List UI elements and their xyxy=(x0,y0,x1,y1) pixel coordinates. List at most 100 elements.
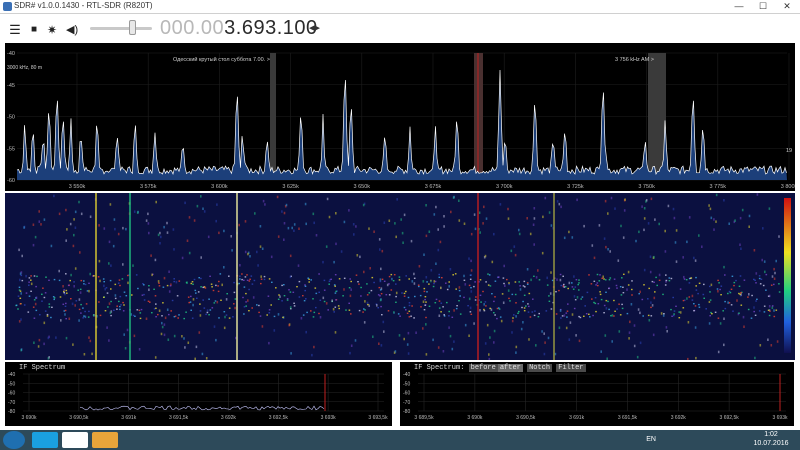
y-tick-label: -55 xyxy=(7,146,15,152)
waterfall-pixel xyxy=(138,348,141,351)
y-tick-label: -50 xyxy=(8,381,15,387)
waterfall-pixel xyxy=(78,200,80,204)
waterfall-pixel xyxy=(194,289,197,292)
waterfall-pixel xyxy=(515,345,518,349)
waterfall-pixel xyxy=(155,316,157,318)
if-spectrum-panel[interactable]: IF Spectrum -40 -50 -60 -70 -80 3 690k 3 690,5… xyxy=(5,362,392,426)
start-button[interactable] xyxy=(3,431,25,449)
volume-slider-thumb[interactable] xyxy=(129,20,136,35)
waterfall-pixel xyxy=(380,344,383,347)
waterfall-pixel xyxy=(200,195,202,198)
frequency-display[interactable]: 000.003.693.100 xyxy=(160,17,318,40)
waterfall-pixel xyxy=(598,224,601,227)
waterfall-pixel xyxy=(209,309,212,311)
waterfall-pixel xyxy=(701,245,703,248)
waterfall-pixel xyxy=(463,274,465,278)
waterfall-pixel xyxy=(600,298,603,301)
waterfall-pixel xyxy=(705,308,707,310)
waterfall-pixel xyxy=(325,302,328,305)
minimize-button[interactable]: — xyxy=(728,0,750,13)
waterfall-signal-line xyxy=(236,193,238,360)
speaker-icon[interactable]: ◀) xyxy=(66,24,78,36)
waterfall-pixel xyxy=(334,274,337,276)
waterfall-pixel xyxy=(619,286,622,288)
waterfall-pixel xyxy=(223,326,226,330)
waterfall-pixel xyxy=(710,283,713,287)
waterfall-pixel xyxy=(92,314,95,316)
waterfall-pixel xyxy=(717,317,720,319)
waterfall-pixel xyxy=(148,231,150,235)
waterfall-pixel xyxy=(192,283,194,285)
waterfall-pixel xyxy=(437,346,440,349)
waterfall-pixel xyxy=(356,254,359,257)
waterfall-pixel xyxy=(145,219,148,222)
tune-arrows[interactable]: ◂▸ xyxy=(309,21,320,34)
waterfall-pixel xyxy=(332,308,335,311)
explorer-icon[interactable] xyxy=(92,432,118,448)
waterfall-pixel xyxy=(333,260,335,264)
x-tick-label: 3 675k xyxy=(425,184,442,190)
waterfall-pixel xyxy=(160,332,163,336)
waterfall-pixel xyxy=(463,279,466,281)
clock-date[interactable]: 10.07.2016 xyxy=(751,440,791,447)
clock-time[interactable]: 1:02 xyxy=(751,431,791,438)
waterfall-pixel xyxy=(184,346,186,349)
waterfall-pixel xyxy=(437,228,439,231)
waterfall-pixel xyxy=(474,299,477,301)
waterfall-pixel xyxy=(578,279,580,281)
spectrum-trace xyxy=(16,69,787,176)
waterfall-pixel xyxy=(281,300,283,302)
waterfall-pixel xyxy=(114,294,117,297)
waterfall-pixel xyxy=(307,277,309,279)
waterfall-pixel xyxy=(46,315,49,317)
waterfall-pixel xyxy=(694,326,697,329)
gear-icon[interactable]: ✷ xyxy=(46,24,58,36)
waterfall-pixel xyxy=(118,300,120,303)
waterfall-pixel xyxy=(748,225,750,228)
waterfall-pixel xyxy=(74,210,77,214)
waterfall-pixel xyxy=(326,197,329,201)
waterfall-pixel xyxy=(216,203,218,206)
waterfall-pixel xyxy=(343,288,345,291)
waterfall-display[interactable] xyxy=(5,193,795,361)
language-indicator[interactable]: EN xyxy=(646,436,656,443)
waterfall-pixel xyxy=(673,310,676,312)
waterfall-pixel xyxy=(563,286,566,288)
waterfall-pixel xyxy=(603,304,606,307)
spectrum-analyzer[interactable]: -40 -45 -50 -55 -60 3 550k 3 575k 3 600k 3 625k… xyxy=(5,43,798,191)
menu-icon[interactable]: ☰ xyxy=(9,23,21,36)
waterfall-pixel xyxy=(503,282,505,285)
waterfall-pixel xyxy=(243,306,246,308)
waterfall-pixel xyxy=(413,282,416,285)
maximize-button[interactable]: ☐ xyxy=(752,0,774,13)
if-spectrum-filter-panel[interactable]: IF Spectrum: before after Notch Filter -4… xyxy=(400,362,794,426)
waterfall-pixel xyxy=(651,304,654,307)
waterfall-pixel xyxy=(283,211,286,215)
waterfall-pixel xyxy=(755,272,758,275)
waterfall-pixel xyxy=(43,321,46,325)
waterfall-pixel xyxy=(39,314,41,316)
waterfall-pixel xyxy=(192,298,195,301)
waterfall-pixel xyxy=(719,288,721,291)
waterfall-pixel xyxy=(331,299,333,302)
waterfall-pixel xyxy=(273,315,276,318)
waterfall-pixel xyxy=(74,226,77,229)
waterfall-pixel xyxy=(403,213,406,217)
waterfall-pixel xyxy=(168,313,170,316)
waterfall-pixel xyxy=(63,292,65,294)
volume-slider-track[interactable] xyxy=(90,27,152,30)
waterfall-pixel xyxy=(210,283,213,285)
close-button[interactable]: ✕ xyxy=(776,0,798,13)
waterfall-pixel xyxy=(163,323,166,326)
stop-icon[interactable]: ■ xyxy=(28,24,40,36)
waterfall-pixel xyxy=(750,317,753,319)
waterfall-pixel xyxy=(65,302,67,305)
waterfall-pixel xyxy=(273,329,276,332)
waterfall-pixel xyxy=(84,310,86,313)
chrome-icon[interactable] xyxy=(62,432,88,448)
waterfall-pixel xyxy=(776,340,779,343)
skype-icon[interactable] xyxy=(32,432,58,448)
waterfall-pixel xyxy=(114,227,116,231)
waterfall-pixel xyxy=(507,289,510,292)
waterfall-pixel xyxy=(143,293,145,296)
